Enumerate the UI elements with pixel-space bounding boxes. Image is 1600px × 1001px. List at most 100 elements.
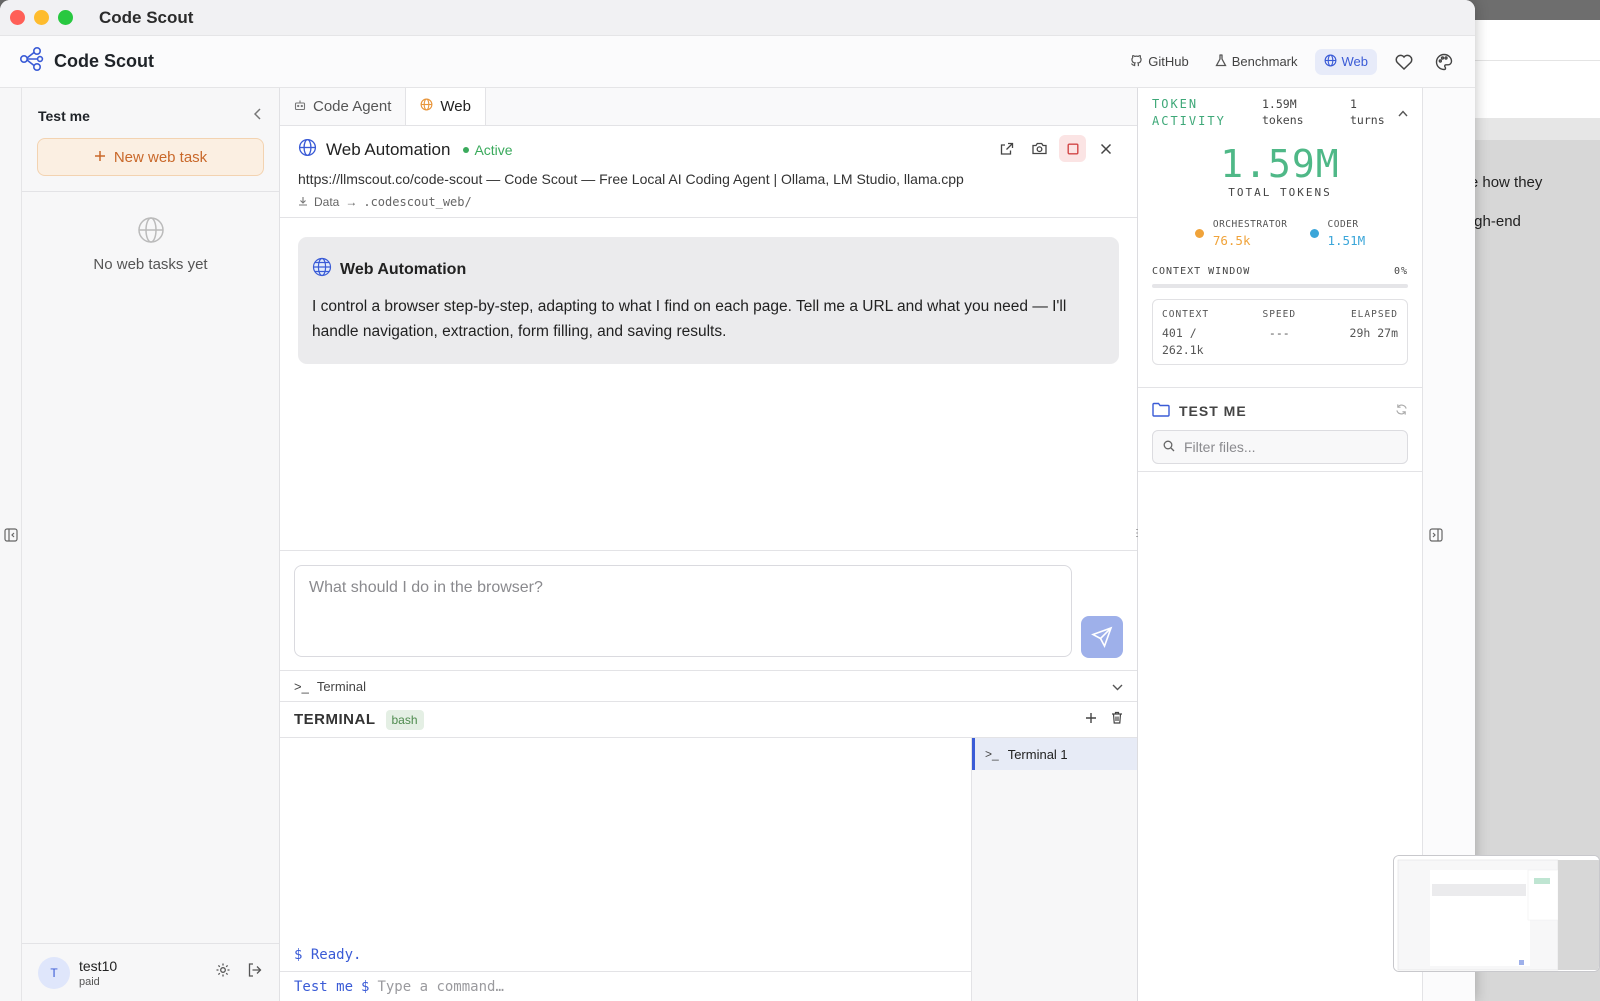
data-path-value: .codescout_web/ [363, 195, 472, 209]
coder-value: 1.51M [1327, 233, 1366, 248]
empty-state: No web tasks yet [22, 216, 279, 273]
context-stats: CONTEXT 401 / 262.1k SPEED --- ELAPSED 2… [1152, 299, 1408, 365]
arrow-right-icon: → [345, 195, 358, 209]
github-icon [1130, 54, 1143, 70]
composer: What should I do in the browser? [280, 550, 1137, 672]
context-window-bar [1152, 284, 1408, 288]
tab-web-label: Web [440, 98, 471, 115]
window-preview-thumbnail[interactable] [1393, 855, 1600, 972]
context-label: CONTEXT [1162, 309, 1210, 320]
context-stat: CONTEXT 401 / 262.1k [1162, 309, 1210, 357]
filter-files-input[interactable]: Filter files... [1152, 430, 1408, 464]
assistant-message: Web Automation I control a browser step-… [298, 237, 1119, 364]
collapse-sidebar-icon[interactable] [253, 107, 263, 125]
sidebar-title: Test me [38, 108, 90, 124]
chevron-down-icon[interactable] [1112, 679, 1123, 694]
tab-code-agent-label: Code Agent [313, 98, 392, 115]
coder-dot [1309, 229, 1319, 238]
heart-icon[interactable] [1391, 49, 1417, 75]
context-value-a: 401 / [1162, 326, 1197, 340]
terminal-output[interactable]: $ Ready. Test me $ Type a command… [280, 738, 972, 1001]
orchestrator-value: 76.5k [1212, 233, 1251, 248]
shell-badge: bash [385, 709, 424, 730]
file-explorer: TEST ME Filter files... [1138, 388, 1422, 472]
prompt-input[interactable]: What should I do in the browser? [294, 565, 1072, 657]
stop-button[interactable] [1059, 135, 1086, 162]
turns-count: 1 turns [1350, 96, 1398, 128]
tab-bar: Code Agent Web [280, 88, 1137, 126]
terminal-toggle[interactable]: >_ Terminal [280, 670, 1137, 702]
expand-right-panel-icon[interactable] [1429, 528, 1443, 547]
close-icon[interactable] [1092, 135, 1119, 162]
left-rail [0, 88, 22, 1001]
terminal-command-line[interactable]: Test me $ Type a command… [280, 971, 971, 1001]
token-total-mini-unit: tokens [1262, 113, 1304, 127]
terminal-toggle-label: Terminal [316, 678, 366, 694]
brand[interactable]: Code Scout [18, 46, 154, 77]
prompt-name: Test me [294, 978, 354, 995]
status-text: Active [474, 142, 513, 158]
current-url: https://llmscout.co/code-scout — Code Sc… [298, 171, 964, 187]
web-link[interactable]: Web [1314, 48, 1377, 75]
search-icon [1163, 439, 1175, 455]
file-explorer-title: TEST ME [1179, 403, 1247, 419]
main-panel: Code Agent Web Web Automation Active htt… [280, 88, 1138, 1001]
trash-icon[interactable] [1111, 711, 1123, 729]
token-total-mini-value: 1.59M [1262, 97, 1297, 111]
sidebar-header: Test me [22, 88, 279, 128]
terminal-item[interactable]: >_ Terminal 1 [972, 738, 1137, 770]
github-link[interactable]: GitHub [1121, 49, 1197, 75]
globe-icon [298, 138, 317, 162]
token-activity: TOKEN ACTIVITY 1.59M tokens 1 turns 1.59… [1138, 88, 1422, 388]
context-window-label: CONTEXT WINDOW [1152, 266, 1251, 277]
app-window: Code Scout Code Scout GitHub Benchmark W… [0, 0, 1475, 1001]
github-label: GitHub [1148, 54, 1189, 69]
screenshot-button[interactable] [1026, 135, 1053, 162]
coder-stat: CODER 1.51M [1309, 219, 1366, 248]
app-header: Code Scout GitHub Benchmark Web [0, 36, 1475, 88]
logout-icon[interactable] [247, 962, 263, 983]
terminal-ready-line: $ Ready. [294, 947, 362, 963]
web-automation-header: Web Automation Active https://llmscout.c… [280, 126, 1137, 218]
terminal-icon: >_ [985, 747, 999, 761]
token-total-mini: 1.59M tokens [1262, 96, 1350, 128]
folder-icon [1152, 402, 1170, 420]
user-plan: paid [79, 975, 100, 988]
window-title: Code Scout [99, 7, 194, 27]
download-icon [298, 195, 308, 209]
title-bar: Code Scout [0, 0, 1475, 36]
minimize-window-button[interactable] [34, 10, 49, 25]
refresh-icon[interactable] [1395, 403, 1408, 419]
empty-state-text: No web tasks yet [93, 256, 208, 273]
elapsed-value: 29h 27m [1349, 326, 1398, 340]
benchmark-link[interactable]: Benchmark [1206, 49, 1307, 75]
chevron-up-icon[interactable] [1398, 102, 1408, 121]
user-name: test10 [79, 957, 118, 974]
speed-label: SPEED [1262, 309, 1297, 320]
expand-sidebar-icon[interactable] [4, 528, 18, 547]
open-external-button[interactable] [993, 135, 1020, 162]
sidebar: Test me New web task No web tasks yet T … [22, 88, 280, 1001]
terminal-command-input[interactable]: Type a command… [377, 979, 503, 995]
tab-web[interactable]: Web [406, 88, 486, 125]
new-web-task-button[interactable]: New web task [37, 138, 264, 176]
orchestrator-stat: ORCHESTRATOR 76.5k [1194, 219, 1288, 248]
message-body: I control a browser step-by-step, adapti… [312, 298, 1067, 340]
zoom-window-button[interactable] [58, 10, 73, 25]
palette-icon[interactable] [1431, 49, 1457, 75]
brand-name: Code Scout [54, 51, 155, 71]
close-window-button[interactable] [10, 10, 25, 25]
tab-code-agent[interactable]: Code Agent [280, 88, 407, 125]
gear-icon[interactable] [215, 962, 231, 983]
turns-unit: turns [1350, 113, 1385, 127]
user-info: test10 paid [79, 958, 117, 988]
elapsed-label: ELAPSED [1350, 309, 1398, 320]
add-terminal-icon[interactable] [1085, 711, 1097, 729]
avatar[interactable]: T [38, 956, 70, 989]
resize-handle[interactable]: ⋮ [1132, 528, 1142, 542]
prompt-symbol: $ [361, 978, 370, 995]
benchmark-label: Benchmark [1231, 54, 1298, 69]
send-button[interactable] [1081, 616, 1123, 658]
speed-value: --- [1268, 326, 1290, 340]
orchestrator-dot [1194, 229, 1204, 238]
